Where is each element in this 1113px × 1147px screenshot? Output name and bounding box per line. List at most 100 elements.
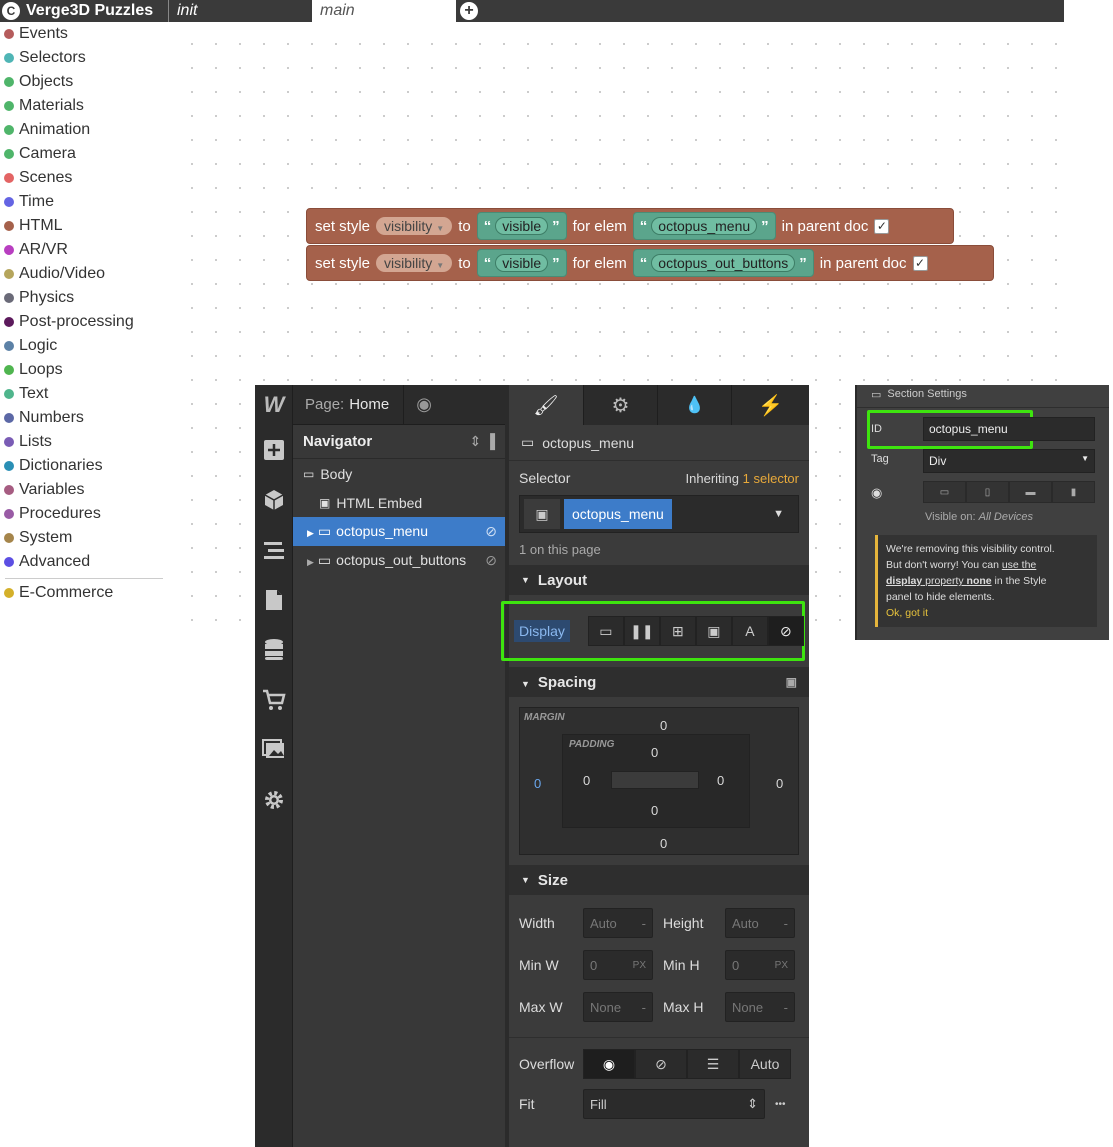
category-item[interactable]: Physics bbox=[0, 286, 168, 310]
margin-right-value[interactable]: 0 bbox=[776, 776, 783, 791]
property-dropdown[interactable]: visibility ▼ bbox=[376, 217, 453, 235]
margin-top-value[interactable]: 0 bbox=[660, 718, 667, 733]
selector-state-icon[interactable]: ▣ bbox=[524, 499, 560, 529]
parent-doc-checkbox[interactable]: ✓ bbox=[874, 218, 890, 234]
tab-main[interactable]: main bbox=[312, 0, 456, 22]
category-item[interactable]: Selectors bbox=[0, 46, 168, 70]
category-item[interactable]: Objects bbox=[0, 70, 168, 94]
category-item[interactable]: Time bbox=[0, 190, 168, 214]
fit-select[interactable]: Fill ⇕ bbox=[583, 1089, 765, 1119]
text-value[interactable]: visible bbox=[495, 254, 549, 272]
category-item-ecommerce[interactable]: E-Commerce bbox=[0, 581, 168, 605]
display-block-icon[interactable]: ▭ bbox=[587, 616, 624, 646]
tag-select[interactable]: Div ▼ bbox=[923, 449, 1095, 473]
text-block[interactable]: “visible” bbox=[476, 212, 567, 240]
display-none-icon[interactable]: ⊘ bbox=[767, 616, 804, 646]
category-item[interactable]: Materials bbox=[0, 94, 168, 118]
add-panel-icon[interactable] bbox=[255, 425, 293, 475]
padding-top-value[interactable]: 0 bbox=[651, 745, 658, 760]
padding-bottom-value[interactable]: 0 bbox=[651, 803, 658, 818]
category-item[interactable]: Logic bbox=[0, 334, 168, 358]
category-item[interactable]: Camera bbox=[0, 142, 168, 166]
ecommerce-cart-icon[interactable] bbox=[255, 675, 293, 725]
style-manager-drops-icon[interactable]: 💧 bbox=[657, 385, 731, 425]
mobile-landscape-icon[interactable]: ▬ bbox=[1009, 481, 1052, 503]
selector-dropdown-icon[interactable]: ▼ bbox=[773, 508, 784, 520]
tab-init[interactable]: init bbox=[168, 0, 312, 22]
display-inline-icon[interactable]: A bbox=[731, 616, 768, 646]
category-item[interactable]: Scenes bbox=[0, 166, 168, 190]
category-item[interactable]: Numbers bbox=[0, 406, 168, 430]
margin-bottom-value[interactable]: 0 bbox=[660, 836, 667, 851]
settings-gear-icon[interactable] bbox=[255, 775, 293, 825]
property-dropdown[interactable]: visibility ▼ bbox=[376, 254, 453, 272]
padding-right-value[interactable]: 0 bbox=[717, 773, 724, 788]
overflow-auto-button[interactable]: Auto bbox=[739, 1049, 791, 1079]
nav-item-octopus-out-buttons[interactable]: ▶ ▭ octopus_out_buttons ⊘ bbox=[293, 546, 505, 575]
parent-doc-checkbox[interactable]: ✓ bbox=[912, 255, 928, 271]
selector-chip[interactable]: octopus_menu bbox=[564, 499, 672, 529]
desktop-icon[interactable]: ▭ bbox=[923, 481, 966, 503]
category-item[interactable]: AR/VR bbox=[0, 238, 168, 262]
min-height-input[interactable]: 0 PX bbox=[725, 950, 795, 980]
display-grid-icon[interactable]: ⊞ bbox=[659, 616, 696, 646]
style-brush-icon[interactable]: 🖌 bbox=[509, 385, 583, 425]
display-inline-block-icon[interactable]: ▣ bbox=[695, 616, 732, 646]
hidden-eye-icon[interactable]: ⊘ bbox=[485, 552, 497, 569]
symbols-cube-icon[interactable] bbox=[255, 475, 293, 525]
category-item[interactable]: Animation bbox=[0, 118, 168, 142]
text-block[interactable]: “octopus_out_buttons” bbox=[632, 249, 814, 277]
category-item[interactable]: Variables bbox=[0, 478, 168, 502]
nav-item-body[interactable]: ▭ Body bbox=[293, 459, 505, 488]
nav-item-html-embed[interactable]: ▣ HTML Embed bbox=[293, 488, 505, 517]
text-value[interactable]: visible bbox=[495, 217, 549, 235]
padding-left-value[interactable]: 0 bbox=[583, 773, 590, 788]
margin-left-value[interactable]: 0 bbox=[534, 776, 541, 791]
text-block[interactable]: “visible” bbox=[476, 249, 567, 277]
id-input[interactable]: octopus_menu bbox=[923, 417, 1095, 441]
category-item[interactable]: HTML bbox=[0, 214, 168, 238]
category-item[interactable]: Text bbox=[0, 382, 168, 406]
size-section-header[interactable]: ▼ Size bbox=[509, 865, 809, 895]
pages-icon[interactable] bbox=[255, 575, 293, 625]
category-item[interactable]: Procedures bbox=[0, 502, 168, 526]
settings-tab-gear-icon[interactable]: ⚙ bbox=[583, 385, 657, 425]
display-flex-icon[interactable]: ❚❚ bbox=[623, 616, 660, 646]
set-style-block[interactable]: set style visibility ▼ to “visible” for e… bbox=[306, 208, 954, 244]
navigator-icon[interactable] bbox=[255, 525, 293, 575]
category-item[interactable]: Loops bbox=[0, 358, 168, 382]
min-width-input[interactable]: 0 PX bbox=[583, 950, 653, 980]
inheriting-count[interactable]: 1 selector bbox=[743, 471, 799, 486]
add-tab-icon[interactable]: + bbox=[460, 2, 478, 20]
category-item[interactable]: Lists bbox=[0, 430, 168, 454]
webflow-logo-icon[interactable]: W bbox=[255, 385, 293, 425]
category-item[interactable]: Dictionaries bbox=[0, 454, 168, 478]
text-value[interactable]: octopus_out_buttons bbox=[651, 254, 796, 272]
collapse-expand-icon[interactable]: ⇕ ▐ bbox=[469, 433, 495, 450]
category-item[interactable]: Events bbox=[0, 22, 168, 46]
category-item[interactable]: Post-processing bbox=[0, 310, 168, 334]
preview-eye-icon[interactable]: ◉ bbox=[416, 394, 432, 415]
ok-got-it-button[interactable]: Ok, got it bbox=[886, 605, 1089, 621]
category-item[interactable]: Audio/Video bbox=[0, 262, 168, 286]
category-item[interactable]: Advanced bbox=[0, 550, 168, 574]
text-block[interactable]: “octopus_menu” bbox=[632, 212, 776, 240]
set-style-block[interactable]: set style visibility ▼ to “visible” for e… bbox=[306, 245, 994, 281]
interactions-bolt-icon[interactable]: ⚡ bbox=[731, 385, 809, 425]
nav-item-octopus-menu[interactable]: ▶ ▭ octopus_menu ⊘ bbox=[293, 517, 505, 546]
hidden-eye-icon[interactable]: ⊘ bbox=[485, 523, 497, 540]
page-name[interactable]: Home bbox=[344, 396, 389, 413]
spacing-section-header[interactable]: ▼ Spacing ▣ bbox=[509, 667, 809, 697]
height-input[interactable]: Auto - bbox=[725, 908, 795, 938]
selector-field[interactable]: ▣ octopus_menu ▼ bbox=[519, 495, 799, 533]
overflow-hidden-icon[interactable]: ⊘ bbox=[635, 1049, 687, 1079]
category-item[interactable]: System bbox=[0, 526, 168, 550]
more-options-icon[interactable]: ••• bbox=[775, 1099, 786, 1110]
overflow-scroll-icon[interactable]: ☰ bbox=[687, 1049, 739, 1079]
assets-image-icon[interactable] bbox=[255, 725, 293, 775]
max-height-input[interactable]: None - bbox=[725, 992, 795, 1022]
text-value[interactable]: octopus_menu bbox=[651, 217, 758, 235]
width-input[interactable]: Auto - bbox=[583, 908, 653, 938]
tablet-icon[interactable]: ▯ bbox=[966, 481, 1009, 503]
cms-database-icon[interactable] bbox=[255, 625, 293, 675]
